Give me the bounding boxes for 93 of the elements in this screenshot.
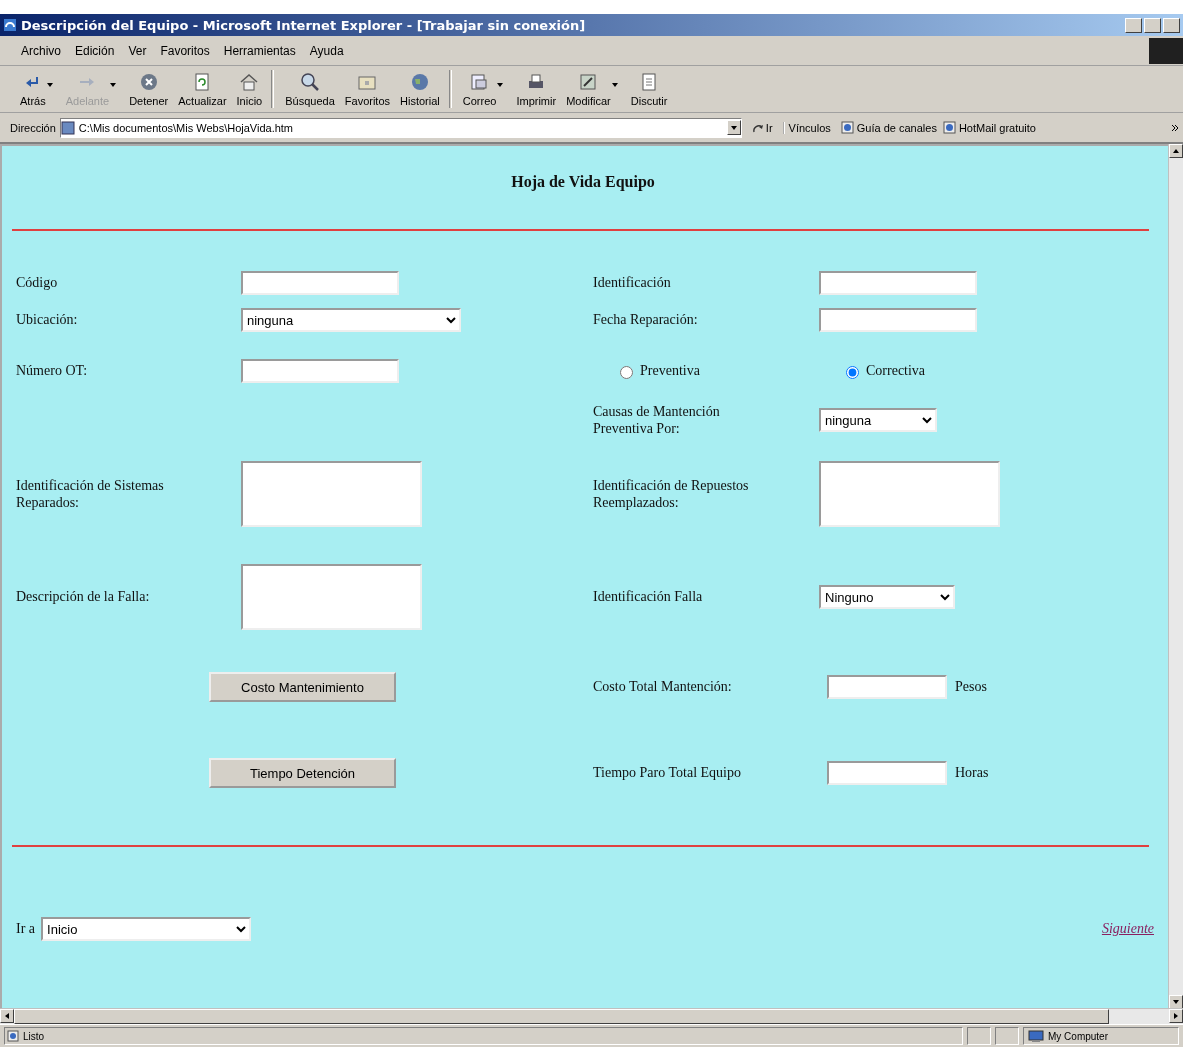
field-label: Identificación Falla [593, 588, 704, 606]
toolbar-button[interactable]: Búsqueda [279, 71, 339, 107]
edit-icon [578, 71, 599, 92]
field-label: Causas de Mantención Preventiva Por: [593, 402, 721, 438]
toolbar-button[interactable]: Actualizar [172, 71, 231, 107]
home-icon [239, 71, 260, 92]
text-area[interactable] [241, 564, 422, 630]
page-heading: Hoja de Vida Equipo [510, 173, 656, 193]
action-button[interactable]: Costo Mantenimiento [209, 672, 396, 702]
scroll-left-arrow-icon [3, 1012, 11, 1020]
links-label: Vínculos [788, 121, 831, 134]
menu-item[interactable]: Herramientas [216, 41, 303, 60]
app-icon [3, 18, 17, 32]
field-label: Identificación de Repuestos Reemplazados: [593, 476, 750, 512]
dropdown-button[interactable] [726, 120, 741, 135]
toolbar-button[interactable]: Discutir [624, 71, 672, 107]
more-chevron-icon[interactable] [1171, 123, 1179, 132]
dropdown-arrow-icon [496, 81, 505, 89]
dropdown[interactable]: ninguna [241, 308, 461, 332]
toolbar-button[interactable]: Atrás [14, 71, 60, 107]
dropdown-arrow-icon [610, 81, 619, 89]
mail-icon [469, 71, 490, 92]
toolbar-button[interactable]: Imprimir [510, 71, 561, 107]
menu-item[interactable]: Archivo [14, 41, 68, 60]
action-button[interactable]: Tiempo Detención [209, 758, 396, 788]
menu-item[interactable]: Ayuda [302, 41, 351, 60]
field-label: Identificación [593, 274, 672, 292]
radio-button[interactable] [846, 366, 859, 379]
field-label: Ir a [16, 920, 36, 938]
scroll-right-arrow-icon [1172, 1012, 1180, 1020]
toolbar-button[interactable]: Historial [394, 71, 444, 107]
toolbar-button[interactable]: Favoritos [338, 71, 395, 107]
address-field[interactable]: C:\Mis documentos\Mis Webs\HojaVida.htm [59, 117, 742, 138]
horizontal-scrollbar[interactable] [0, 1008, 1183, 1024]
dropdown[interactable]: Ninguno [819, 585, 955, 609]
page-icon [60, 120, 75, 135]
dropdown-arrow-icon [729, 123, 738, 132]
close-button[interactable] [1163, 17, 1180, 33]
radio-label: Correctiva [866, 363, 926, 379]
dropdown-arrow-icon [45, 81, 54, 89]
text-field[interactable] [819, 308, 977, 332]
dropdown-arrow-icon [109, 81, 118, 89]
text-field[interactable] [241, 271, 399, 295]
field-label: Número OT: [16, 362, 89, 380]
toolbar-button[interactable]: Correo [456, 71, 511, 107]
field-label: Descripción de la Falla: [16, 588, 151, 606]
throbber-logo [1149, 37, 1183, 64]
go-button[interactable]: Ir [745, 121, 785, 134]
search-icon [300, 71, 320, 92]
field-label: Tiempo Paro Total Equipo [593, 764, 742, 782]
text-area[interactable] [819, 461, 1000, 527]
menu-item[interactable]: Edición [68, 41, 122, 60]
globe-page-icon [942, 121, 956, 134]
toolbar-button[interactable]: Inicio [230, 71, 267, 107]
scroll-up-arrow-icon [1172, 147, 1180, 155]
text-field[interactable] [819, 271, 977, 295]
maximize-button[interactable] [1144, 17, 1161, 33]
status-pane [995, 1027, 1019, 1045]
text-field[interactable] [827, 761, 947, 785]
link-button[interactable]: HotMail gratuito [942, 121, 1036, 134]
globe-icon [409, 71, 430, 92]
field-label: Identificación de Sistemas Reparados: [16, 476, 165, 512]
radio-label: Preventiva [640, 363, 700, 379]
dropdown[interactable]: ninguna [819, 408, 937, 432]
zone-text: My Computer [1048, 1030, 1108, 1042]
next-link[interactable]: Siguiente [1101, 921, 1154, 937]
text-field[interactable] [827, 675, 947, 699]
globe-page-icon [840, 121, 854, 134]
toolbar-button[interactable]: Detener [123, 71, 173, 107]
radio-button[interactable] [620, 366, 633, 379]
text-area[interactable] [241, 461, 422, 527]
toolbar-button[interactable]: Modificar [560, 71, 625, 107]
page-icon [7, 1030, 19, 1042]
menu-item[interactable]: Favoritos [153, 41, 217, 60]
field-label: Código [16, 274, 59, 292]
window-title: Descripción del Equipo - Microsoft Internet Explorer - [Trabajar sin conexión] [21, 17, 587, 33]
computer-icon [1028, 1029, 1044, 1043]
field-label: Fecha Reparación: [593, 311, 699, 329]
stop-icon [138, 71, 159, 92]
unit-label: Horas [955, 765, 989, 781]
field-label: Costo Total Mantención: [593, 678, 733, 696]
minimize-button[interactable] [1125, 17, 1142, 33]
status-text: Listo [23, 1030, 45, 1042]
text-field[interactable] [241, 359, 399, 383]
status-pane [967, 1027, 991, 1045]
scroll-down-arrow-icon [1172, 998, 1180, 1006]
vertical-scrollbar[interactable] [1168, 144, 1183, 1009]
menu-item[interactable]: Ver [121, 41, 154, 60]
link-button[interactable]: Guía de canales [840, 121, 937, 134]
field-label: Ubicación: [16, 311, 79, 329]
unit-label: Pesos [955, 679, 987, 695]
dropdown[interactable]: Inicio [41, 917, 252, 941]
address-label: Dirección [10, 121, 56, 134]
